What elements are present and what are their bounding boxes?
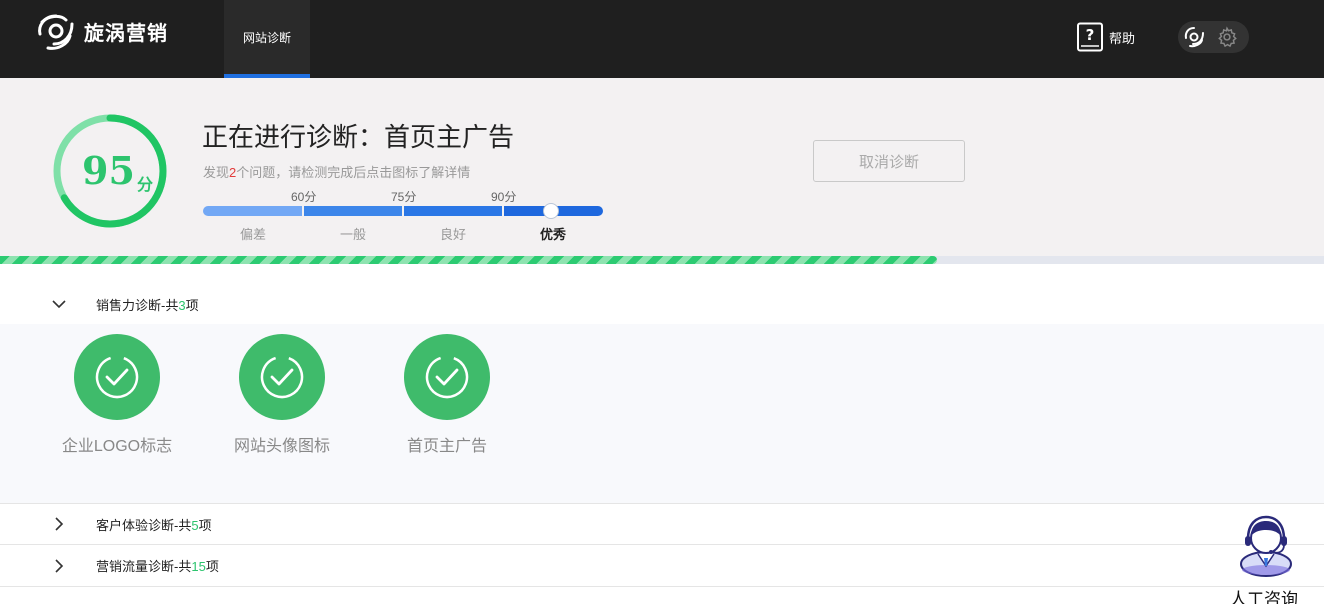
check-icon bbox=[95, 355, 139, 399]
check-icon bbox=[425, 355, 469, 399]
section-sales-power[interactable]: 销售力诊断-共3项 bbox=[0, 283, 1324, 325]
section-label: 营销流量诊断-共15项 bbox=[96, 556, 219, 575]
scale-label-poor: 偏差 bbox=[240, 227, 267, 242]
scale-tick-75: 75分 bbox=[391, 190, 417, 204]
section-suffix: 项 bbox=[185, 297, 199, 313]
diagnosis-title: 正在进行诊断：首页主广告 bbox=[202, 122, 515, 152]
section-count: 15 bbox=[191, 559, 206, 574]
user-menu[interactable] bbox=[1178, 21, 1249, 53]
check-label: 首页主广告 bbox=[406, 438, 487, 455]
diagnosis-score-panel: 95 分 正在进行诊断：首页主广告 发现2个问题，请检测完成后点击图标了解详情 … bbox=[0, 78, 1324, 256]
help-label: 帮助 bbox=[1109, 30, 1136, 46]
section-label: 客户体验诊断-共5项 bbox=[96, 515, 212, 534]
subtitle-suffix: 个问题，请检测完成后点击图标了解详情 bbox=[236, 165, 471, 180]
section-name: 营销流量诊断-共 bbox=[96, 559, 192, 574]
section-suffix: 项 bbox=[198, 517, 212, 533]
svg-text:?: ? bbox=[1086, 26, 1095, 44]
brand-logo[interactable]: 旋涡营销 bbox=[34, 10, 168, 52]
consult-label: 人工咨询 bbox=[1230, 590, 1298, 604]
check-label: 企业LOGO标志 bbox=[61, 438, 173, 455]
section-name: 客户体验诊断-共 bbox=[96, 517, 192, 533]
diagnosis-subtitle: 发现2个问题，请检测完成后点击图标了解详情 bbox=[203, 162, 470, 181]
cancel-diagnosis-button[interactable]: 取消诊断 bbox=[813, 140, 965, 182]
scale-segment-fair bbox=[304, 206, 402, 216]
scale-label-good: 良好 bbox=[440, 227, 467, 242]
help-book-icon: ? bbox=[1077, 22, 1103, 52]
help-link[interactable]: ? 帮助 bbox=[1076, 22, 1135, 52]
check-item-site-icon[interactable]: 网站头像图标 bbox=[212, 334, 352, 456]
scale-segment-poor bbox=[203, 206, 302, 216]
scale-label-excellent: 优秀 bbox=[540, 227, 567, 242]
check-label: 网站头像图标 bbox=[233, 438, 330, 455]
scale-label-fair: 一般 bbox=[340, 227, 367, 242]
section-marketing-traffic[interactable]: 营销流量诊断-共15项 bbox=[0, 545, 1324, 587]
score-scale: 60分 75分 90分 偏差 一般 良好 优秀 bbox=[203, 188, 603, 242]
check-circle[interactable] bbox=[404, 334, 490, 420]
diagnosis-progress-bar bbox=[0, 256, 1324, 264]
section-count: 5 bbox=[191, 517, 199, 533]
check-item-logo[interactable]: 企业LOGO标志 bbox=[47, 334, 187, 456]
score-value: 95 bbox=[82, 148, 135, 193]
scale-tick-60: 60分 bbox=[291, 190, 317, 204]
subtitle-prefix: 发现 bbox=[203, 165, 230, 180]
chevron-down-icon[interactable] bbox=[51, 296, 67, 312]
chevron-right-icon[interactable] bbox=[51, 558, 67, 574]
scale-tick-90: 90分 bbox=[491, 190, 517, 204]
swirl-logo-icon bbox=[38, 14, 74, 50]
brand-name: 旋涡营销 bbox=[84, 22, 168, 45]
section-customer-experience[interactable]: 客户体验诊断-共5项 bbox=[0, 503, 1324, 545]
progress-fill bbox=[0, 256, 937, 264]
tab-website-diagnosis[interactable]: 网站诊断 bbox=[224, 0, 310, 78]
check-circle[interactable] bbox=[74, 334, 160, 420]
customer-service-agent-icon bbox=[1240, 515, 1292, 577]
chevron-right-icon[interactable] bbox=[51, 516, 67, 532]
scale-knob bbox=[543, 203, 559, 219]
human-consult-button[interactable]: 人工咨询 bbox=[1228, 512, 1302, 604]
section-name: 销售力诊断-共 bbox=[96, 297, 179, 313]
scale-segment-good bbox=[404, 206, 502, 216]
section-label: 销售力诊断-共3项 bbox=[96, 295, 199, 314]
section-count: 3 bbox=[178, 297, 186, 313]
top-nav-bar: 旋涡营销 网站诊断 ? 帮助 bbox=[0, 0, 1324, 78]
section-sales-power-items: 企业LOGO标志 网站头像图标 首页主广告 bbox=[0, 324, 1324, 503]
check-item-home-banner[interactable]: 首页主广告 bbox=[377, 334, 517, 456]
gear-icon[interactable] bbox=[1216, 26, 1238, 48]
user-avatar-icon bbox=[1184, 27, 1204, 48]
scale-bar bbox=[203, 203, 603, 219]
score-unit: 分 bbox=[137, 177, 154, 194]
check-circle[interactable] bbox=[239, 334, 325, 420]
section-suffix: 项 bbox=[205, 559, 219, 574]
check-icon bbox=[260, 355, 304, 399]
